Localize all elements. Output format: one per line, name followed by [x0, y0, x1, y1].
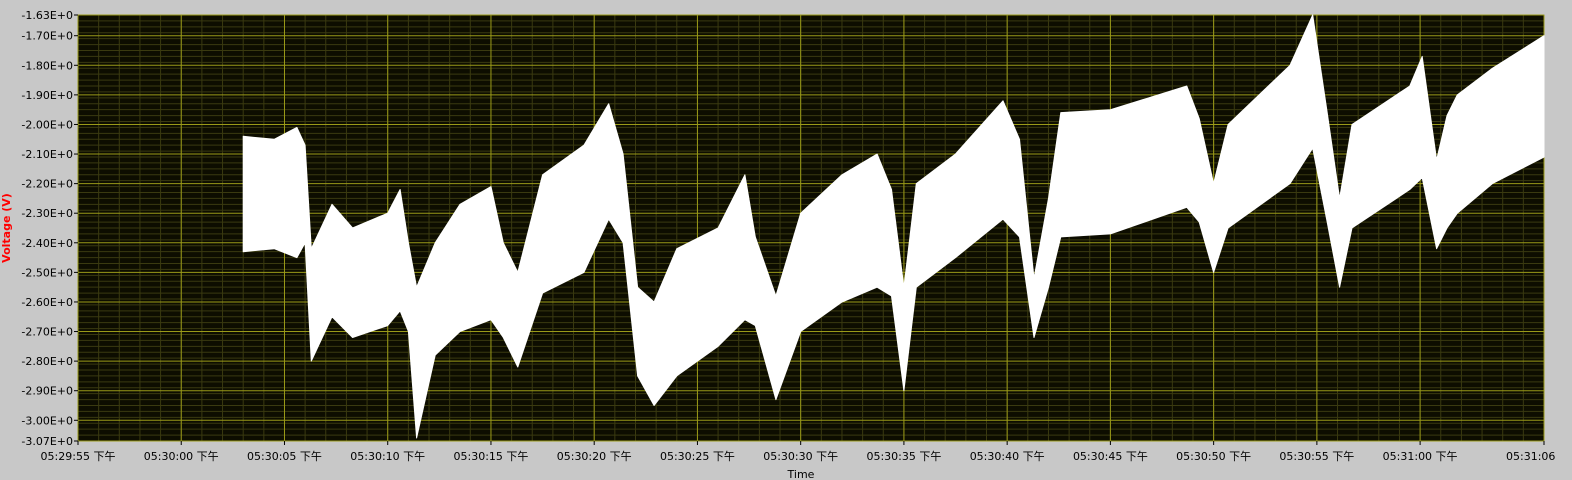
y-tick-label: -2.00E+0	[21, 118, 73, 131]
x-tick-label: 05:30:55 下午	[1279, 450, 1354, 463]
y-tick-label: -2.40E+0	[21, 237, 73, 250]
x-tick-label: 05:29:55 下午	[41, 450, 116, 463]
y-tick-label: -1.80E+0	[21, 59, 73, 72]
x-tick-label: 05:30:45 下午	[1073, 450, 1148, 463]
x-tick-label: 05:31:00 下午	[1383, 450, 1458, 463]
x-axis-ticks: 05:29:55 下午 05:30:00 下午 05:30:05 下午 05:30:1…	[41, 441, 1555, 463]
y-tick-label: -2.90E+0	[21, 385, 73, 398]
x-tick-label: 05:31:06	[1506, 450, 1555, 463]
y-axis-ticks: -1.63E+0 -1.70E+0 -1.80E+0 -1.90E+0 -2.00E+0…	[21, 9, 78, 448]
x-tick-label: 05:30:20 下午	[557, 450, 632, 463]
y-tick-label: -3.00E+0	[21, 414, 73, 427]
waveform-chart: -1.63E+0 -1.70E+0 -1.80E+0 -1.90E+0 -2.00E+0…	[0, 9, 1555, 480]
y-tick-label: -2.60E+0	[21, 296, 73, 309]
x-tick-label: 05:30:30 下午	[763, 450, 838, 463]
x-tick-label: 05:30:10 下午	[350, 450, 425, 463]
y-tick-label: -2.80E+0	[21, 355, 73, 368]
x-tick-label: 05:30:05 下午	[247, 450, 322, 463]
y-tick-label: -1.63E+0	[21, 9, 73, 22]
x-axis-title: Time	[787, 468, 815, 480]
y-tick-label: -2.20E+0	[21, 178, 73, 191]
y-tick-label: -2.30E+0	[21, 207, 73, 220]
y-tick-label: -1.70E+0	[21, 30, 73, 43]
y-tick-label: -1.90E+0	[21, 89, 73, 102]
x-tick-label: 05:30:00 下午	[144, 450, 219, 463]
x-tick-label: 05:30:35 下午	[866, 450, 941, 463]
y-tick-label: -2.50E+0	[21, 266, 73, 279]
x-tick-label: 05:30:15 下午	[454, 450, 529, 463]
y-axis-title: Voltage (V)	[0, 193, 13, 263]
y-tick-label: -3.07E+0	[21, 435, 73, 448]
x-tick-label: 05:30:50 下午	[1176, 450, 1251, 463]
x-tick-label: 05:30:40 下午	[970, 450, 1045, 463]
y-tick-label: -2.10E+0	[21, 148, 73, 161]
y-tick-label: -2.70E+0	[21, 326, 73, 339]
chart-window: -1.63E+0 -1.70E+0 -1.80E+0 -1.90E+0 -2.00E+0…	[0, 0, 1572, 480]
x-tick-label: 05:30:25 下午	[660, 450, 735, 463]
